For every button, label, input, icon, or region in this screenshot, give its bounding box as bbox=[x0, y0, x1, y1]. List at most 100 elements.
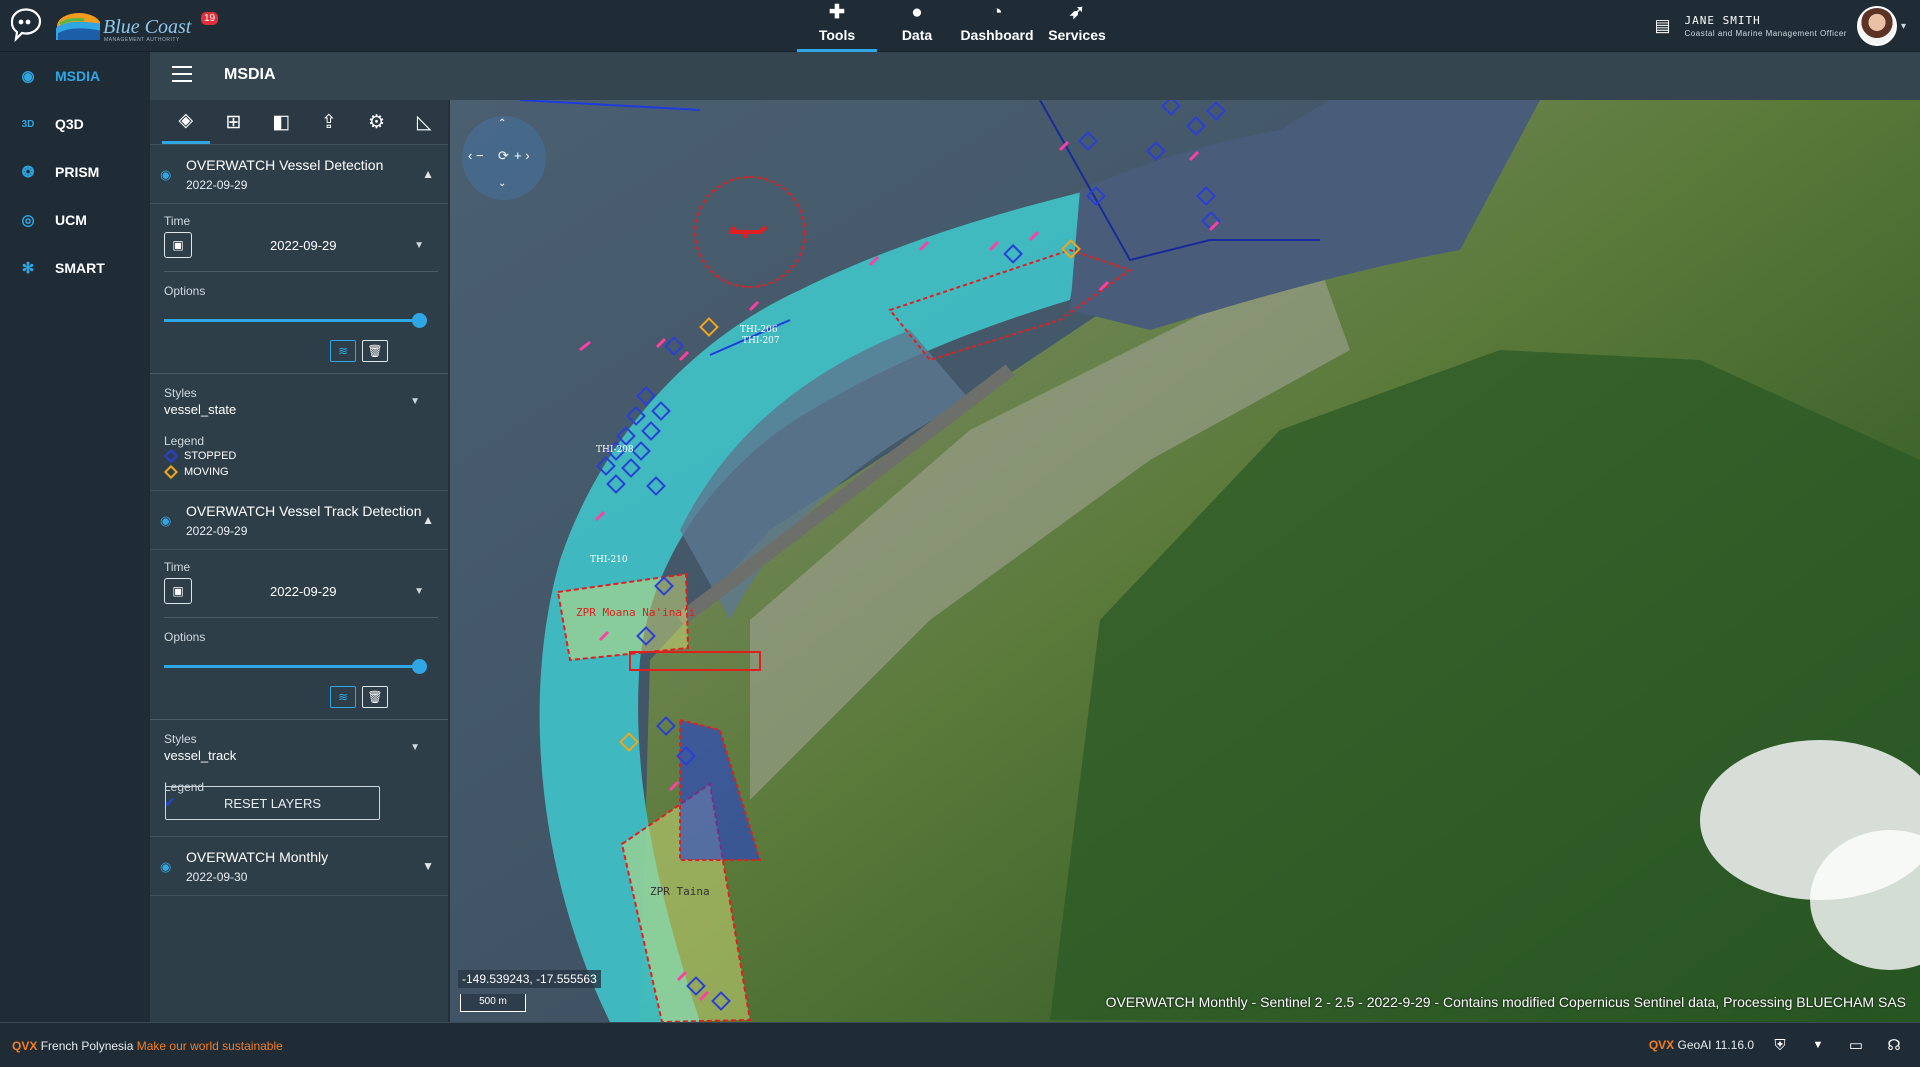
legend-label: Legend bbox=[164, 434, 205, 448]
chevron-down-icon[interactable]: ▼ bbox=[410, 396, 420, 407]
brand-subtitle: MANAGEMENT AUTHORITY bbox=[104, 37, 180, 43]
layer-body-vessel-detection: Time ▣ 2022-09-29 ▼ Options ≋ 🗑 Styles v… bbox=[150, 204, 448, 480]
styles-value: vessel_state bbox=[164, 402, 237, 417]
sidebar-item-label: PRISM bbox=[55, 164, 100, 180]
eye-icon[interactable]: ◉ bbox=[160, 513, 171, 529]
logo[interactable]: Blue Coast MANAGEMENT AUTHORITY 19 bbox=[8, 6, 219, 46]
calendar-icon[interactable]: ▣ bbox=[164, 578, 192, 604]
sidebar-item-msdia[interactable]: ◉ MSDIA bbox=[0, 52, 150, 100]
sidebar-item-q3d[interactable]: 3D Q3D bbox=[0, 100, 150, 148]
globe-icon: ◉ bbox=[21, 68, 35, 85]
measure-icon[interactable]: ◺ bbox=[400, 100, 448, 144]
nav-data[interactable]: ● Data bbox=[877, 0, 957, 52]
reset-layers-button[interactable]: RESET LAYERS bbox=[165, 786, 380, 820]
chevron-down-icon[interactable]: ▼ bbox=[410, 742, 420, 753]
calendar-icon[interactable]: ▣ bbox=[164, 232, 192, 258]
zoom-in-icon[interactable]: + › bbox=[514, 148, 530, 163]
chevron-down-icon[interactable]: ▼ bbox=[414, 586, 424, 597]
label-thi208: THI-208 bbox=[596, 445, 634, 455]
user-menu[interactable]: ▤ JANE SMITH Coastal and Marine Manageme… bbox=[1654, 4, 1906, 48]
map-view[interactable]: ZPR Moana Na'ina'i ZPR Taina THI-206 THI… bbox=[450, 100, 1920, 1022]
menu-icon[interactable] bbox=[172, 66, 192, 84]
layer-date: 2022-09-30 bbox=[186, 870, 248, 884]
sidebar-item-label: UCM bbox=[55, 212, 87, 228]
settings-icon[interactable]: ⚙ bbox=[353, 100, 401, 144]
avatar[interactable] bbox=[1856, 6, 1897, 46]
sidebar-item-ucm[interactable]: ◎ UCM bbox=[0, 196, 150, 244]
filter-button[interactable]: ≋ bbox=[330, 686, 356, 708]
layer-date: 2022-09-29 bbox=[186, 178, 248, 192]
support-icon[interactable]: ☊ bbox=[1882, 1033, 1906, 1057]
time-select[interactable]: ▣ 2022-09-29 ▼ bbox=[164, 228, 438, 272]
label-thi207: THI-207 bbox=[742, 336, 780, 346]
slider-track bbox=[164, 319, 416, 322]
eye-icon[interactable]: ◉ bbox=[160, 859, 171, 875]
user-name: JANE SMITH bbox=[1684, 14, 1761, 27]
eye-icon[interactable]: ◉ bbox=[160, 167, 171, 183]
chevron-down-icon[interactable]: ▼ bbox=[1806, 1033, 1830, 1057]
layer-header-monthly[interactable]: ◉ OVERWATCH Monthly 2022-09-30 ▼ bbox=[150, 836, 448, 896]
footer-tagline: Make our world sustainable bbox=[136, 1039, 283, 1053]
layer-header-vessel-track[interactable]: ◉ OVERWATCH Vessel Track Detection 2022-… bbox=[150, 490, 448, 550]
chevron-up-icon[interactable]: ▲ bbox=[422, 167, 434, 181]
chevron-up-icon[interactable]: ▲ bbox=[422, 513, 434, 527]
styles-select[interactable]: Styles vessel_state ▼ bbox=[164, 386, 434, 424]
nav-dashboard[interactable]: ◔ Dashboard bbox=[957, 0, 1037, 52]
compare-icon[interactable]: ◧ bbox=[257, 100, 305, 144]
layer-date: 2022-09-29 bbox=[186, 524, 248, 538]
options-label: Options bbox=[164, 284, 206, 298]
nav-services-label: Services bbox=[1048, 27, 1106, 43]
time-label: Time bbox=[164, 560, 191, 574]
pan-down-icon[interactable]: ⌄ bbox=[498, 178, 506, 189]
rocket-icon: ➶ bbox=[1069, 2, 1085, 23]
time-select[interactable]: ▣ 2022-09-29 ▼ bbox=[164, 574, 438, 618]
add-layer-icon[interactable]: ⊞ bbox=[210, 100, 258, 144]
gauge-icon: ◔ bbox=[991, 2, 1003, 23]
legend-item: MOVING bbox=[163, 464, 434, 480]
time-label: Time bbox=[164, 214, 191, 228]
delete-button[interactable]: 🗑 bbox=[362, 340, 388, 362]
styles-select[interactable]: Styles vessel_track ▼ bbox=[164, 732, 434, 770]
diamond-icon bbox=[163, 448, 179, 464]
styles-value: vessel_track bbox=[164, 748, 237, 763]
chevron-down-icon[interactable]: ▾ bbox=[1901, 21, 1906, 32]
nav-services[interactable]: ➶ Services bbox=[1037, 0, 1117, 52]
nav-tools-label: Tools bbox=[818, 27, 856, 43]
sidebar-item-prism[interactable]: ❂ PRISM bbox=[0, 148, 150, 196]
legend-item-label: STOPPED bbox=[184, 450, 237, 462]
chevron-down-icon[interactable]: ▼ bbox=[414, 240, 424, 251]
styles-label: Styles bbox=[164, 732, 197, 746]
zone-moana-label: ZPR Moana Na'ina'i bbox=[576, 606, 695, 619]
slider-knob[interactable] bbox=[412, 313, 427, 328]
legend-item-label: MOVING bbox=[184, 466, 229, 478]
opacity-slider[interactable] bbox=[164, 654, 434, 678]
delete-button[interactable]: 🗑 bbox=[362, 686, 388, 708]
share-icon[interactable]: ⇪ bbox=[305, 100, 353, 144]
sidebar-item-label: Q3D bbox=[55, 116, 84, 132]
chevron-down-icon[interactable]: ▼ bbox=[422, 859, 434, 873]
options-label: Options bbox=[164, 630, 206, 644]
label-thi210: THI-210 bbox=[590, 555, 628, 565]
opacity-slider[interactable] bbox=[164, 308, 434, 332]
nav-dashboard-label: Dashboard bbox=[960, 27, 1034, 43]
page-title: MSDIA bbox=[224, 66, 276, 83]
satellite-map[interactable]: ZPR Moana Na'ina'i ZPR Taina THI-206 THI… bbox=[450, 100, 1920, 1022]
pan-up-icon[interactable]: ⌃ bbox=[498, 118, 506, 129]
nav-tools[interactable]: ✚ Tools bbox=[797, 0, 877, 52]
layers-icon[interactable]: ◈ bbox=[162, 100, 210, 144]
shield-icon[interactable]: ⛨ bbox=[1768, 1033, 1792, 1057]
message-icon[interactable]: ▤ bbox=[1654, 16, 1670, 36]
layer-header-vessel-detection[interactable]: ◉ OVERWATCH Vessel Detection 2022-09-29 … bbox=[150, 144, 448, 204]
zoom-out-icon[interactable]: ‹ − bbox=[468, 148, 484, 163]
app-root: Blue Coast MANAGEMENT AUTHORITY 19 ✚ Too… bbox=[0, 0, 1920, 1067]
footer-left: QVX French Polynesia Make our world sust… bbox=[12, 1039, 283, 1053]
reset-rotation-icon[interactable]: ⟳ bbox=[498, 148, 509, 164]
styles-label: Styles bbox=[164, 386, 197, 400]
notification-badge[interactable]: 19 bbox=[201, 12, 219, 25]
map-navigation[interactable]: ⌃ ‹ − ⟳ + › ⌄ bbox=[462, 116, 546, 200]
sidebar-item-smart[interactable]: ✻ SMART bbox=[0, 244, 150, 292]
screen-settings-icon[interactable]: ▭ bbox=[1844, 1033, 1868, 1057]
time-value: 2022-09-29 bbox=[270, 584, 337, 599]
slider-knob[interactable] bbox=[412, 659, 427, 674]
filter-button[interactable]: ≋ bbox=[330, 340, 356, 362]
